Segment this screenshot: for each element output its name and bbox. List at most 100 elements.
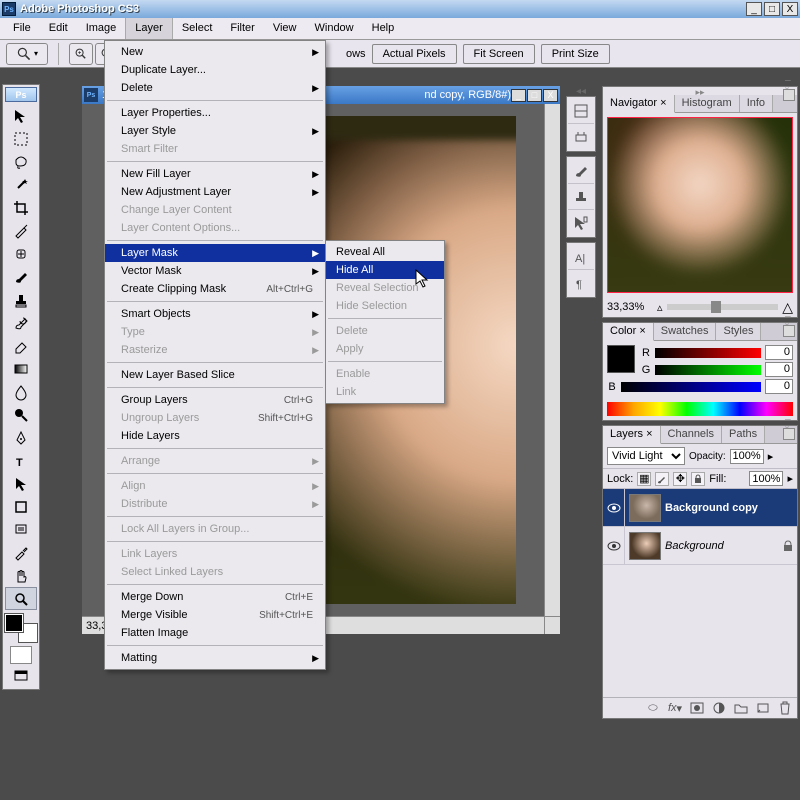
menu-image[interactable]: Image xyxy=(77,18,126,39)
toolbox-header[interactable]: Ps xyxy=(5,87,37,102)
tab-info[interactable]: Info xyxy=(740,95,773,112)
menu-item[interactable]: Merge VisibleShift+Ctrl+E xyxy=(105,606,325,624)
foreground-swatch[interactable] xyxy=(5,614,23,632)
menu-item[interactable]: Delete▶ xyxy=(105,79,325,97)
zoom-out-icon[interactable]: ▵ xyxy=(657,301,663,314)
lock-position-button[interactable]: ✥ xyxy=(673,472,687,486)
menu-item[interactable]: Vector Mask▶ xyxy=(105,262,325,280)
visibility-toggle[interactable] xyxy=(603,527,625,564)
dock-button-brushes[interactable] xyxy=(568,158,594,184)
color-swatches[interactable] xyxy=(5,614,37,642)
dock-expand-icon[interactable]: ◂◂ xyxy=(566,86,596,96)
layers-options-button[interactable] xyxy=(783,428,795,440)
tool-heal[interactable] xyxy=(5,242,37,265)
new-group-button[interactable] xyxy=(733,701,749,715)
menu-select[interactable]: Select xyxy=(173,18,222,39)
new-layer-button[interactable] xyxy=(755,701,771,715)
adjustment-layer-button[interactable] xyxy=(711,701,727,715)
dock-button-1[interactable] xyxy=(568,98,594,124)
color-foreground-swatch[interactable] xyxy=(607,345,635,373)
menu-item[interactable]: Layer Mask▶ xyxy=(105,244,325,262)
layer-thumbnail[interactable] xyxy=(629,494,661,522)
tool-eraser[interactable] xyxy=(5,334,37,357)
menu-window[interactable]: Window xyxy=(306,18,363,39)
layer-thumbnail[interactable] xyxy=(629,532,661,560)
layer-row[interactable]: Background xyxy=(603,527,797,565)
tool-hand[interactable] xyxy=(5,564,37,587)
color-spectrum[interactable] xyxy=(607,402,793,416)
blend-mode-select[interactable]: Vivid Light xyxy=(607,447,685,465)
delete-layer-button[interactable] xyxy=(777,701,793,715)
tool-slice[interactable] xyxy=(5,219,37,242)
b-slider[interactable] xyxy=(621,382,761,392)
tool-stamp[interactable] xyxy=(5,288,37,311)
fill-value[interactable]: 100% xyxy=(749,471,783,486)
color-options-button[interactable] xyxy=(783,325,795,337)
window-maximize-button[interactable]: □ xyxy=(764,2,780,16)
document-resize-corner[interactable] xyxy=(544,616,560,634)
tool-pen[interactable] xyxy=(5,426,37,449)
menu-layer[interactable]: Layer xyxy=(125,18,173,39)
menu-item[interactable]: Create Clipping MaskAlt+Ctrl+G xyxy=(105,280,325,298)
tool-marquee[interactable] xyxy=(5,127,37,150)
tab-channels[interactable]: Channels xyxy=(661,426,722,443)
tool-gradient[interactable] xyxy=(5,357,37,380)
document-minimize-button[interactable]: _ xyxy=(511,89,526,102)
navigator-close-icon[interactable]: ─ x xyxy=(785,76,795,85)
screen-mode-button[interactable] xyxy=(5,664,37,687)
tool-shape[interactable] xyxy=(5,495,37,518)
tool-crop[interactable] xyxy=(5,196,37,219)
tool-zoom[interactable] xyxy=(5,587,37,610)
tool-path-select[interactable] xyxy=(5,472,37,495)
tool-dodge[interactable] xyxy=(5,403,37,426)
menu-item[interactable]: New Layer Based Slice xyxy=(105,366,325,384)
menu-item[interactable]: Duplicate Layer... xyxy=(105,61,325,79)
layers-close-icon[interactable]: ─ x xyxy=(785,415,795,424)
navigator-zoom-slider[interactable] xyxy=(667,304,779,310)
layer-name[interactable]: Background copy xyxy=(665,502,797,514)
menu-item[interactable]: Matting▶ xyxy=(105,649,325,667)
r-value[interactable]: 0 xyxy=(765,345,793,360)
lock-all-button[interactable] xyxy=(691,472,705,486)
quick-mask-button[interactable] xyxy=(10,646,32,664)
g-slider[interactable] xyxy=(655,365,761,375)
tab-color[interactable]: Color × xyxy=(603,323,654,341)
window-minimize-button[interactable]: _ xyxy=(746,2,762,16)
layer-row[interactable]: Background copy xyxy=(603,489,797,527)
tool-preset-picker[interactable]: ▾ xyxy=(6,43,48,65)
lock-pixels-button[interactable] xyxy=(655,472,669,486)
navigator-options-button[interactable] xyxy=(783,89,795,101)
fit-screen-button[interactable]: Fit Screen xyxy=(463,44,535,64)
actual-pixels-button[interactable]: Actual Pixels xyxy=(372,44,457,64)
tab-layers[interactable]: Layers × xyxy=(603,426,661,444)
fill-arrow-icon[interactable]: ▸ xyxy=(787,472,793,485)
menu-view[interactable]: View xyxy=(264,18,306,39)
menu-item[interactable]: Layer Properties... xyxy=(105,104,325,122)
print-size-button[interactable]: Print Size xyxy=(541,44,610,64)
opacity-value[interactable]: 100% xyxy=(730,449,764,464)
tab-paths[interactable]: Paths xyxy=(722,426,765,443)
tab-navigator[interactable]: Navigator × xyxy=(603,95,675,113)
tool-lasso[interactable] xyxy=(5,150,37,173)
menu-file[interactable]: File xyxy=(4,18,40,39)
zoom-in-button[interactable] xyxy=(69,43,93,65)
menu-item[interactable]: New Fill Layer▶ xyxy=(105,165,325,183)
menu-item[interactable]: Flatten Image xyxy=(105,624,325,642)
window-close-button[interactable]: X xyxy=(782,2,798,16)
dock-button-clone[interactable] xyxy=(568,184,594,210)
menu-edit[interactable]: Edit xyxy=(40,18,77,39)
layer-mask-button[interactable] xyxy=(689,701,705,715)
tab-swatches[interactable]: Swatches xyxy=(654,323,717,340)
color-close-icon[interactable]: ─ x xyxy=(785,312,795,321)
r-slider[interactable] xyxy=(655,348,761,358)
visibility-toggle[interactable] xyxy=(603,489,625,526)
menu-item[interactable]: New▶ xyxy=(105,43,325,61)
tool-move[interactable] xyxy=(5,104,37,127)
navigator-zoom-value[interactable]: 33,33% xyxy=(607,301,653,313)
link-layers-button[interactable]: ⬭ xyxy=(645,701,661,715)
document-close-button[interactable]: X xyxy=(543,89,558,102)
tool-eyedropper[interactable] xyxy=(5,541,37,564)
dock-button-paragraph[interactable]: ¶ xyxy=(568,270,594,296)
menu-item[interactable]: Group LayersCtrl+G xyxy=(105,391,325,409)
dock-button-2[interactable] xyxy=(568,124,594,150)
